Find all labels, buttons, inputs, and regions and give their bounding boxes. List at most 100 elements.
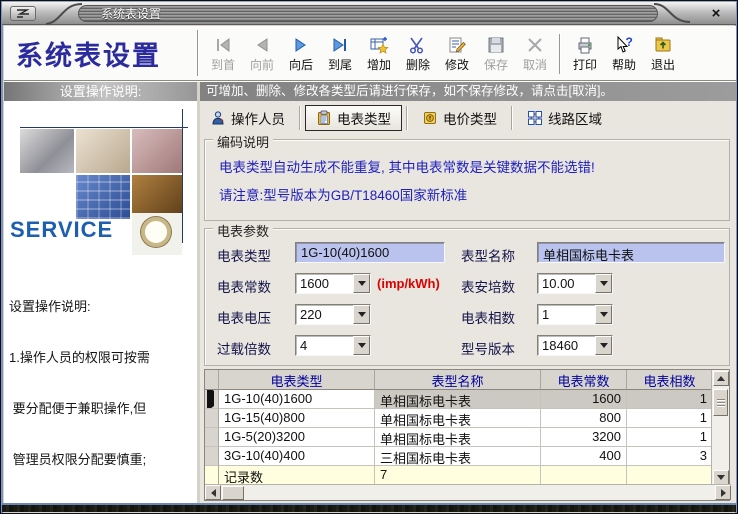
table-cell[interactable]: 1 [627,428,713,447]
table-cell[interactable]: 单相国标电卡表 [375,390,541,409]
svg-text:?: ? [626,35,633,49]
amperage-combo[interactable]: 10.00 [537,273,613,294]
toolbar-button-label: 增加 [367,56,391,73]
table-cell[interactable]: 单相国标电卡表 [375,409,541,428]
print-icon [575,35,595,55]
edit-record-icon [447,35,467,55]
meter-constant-combo[interactable]: 1600 [295,273,371,294]
combo-dropdown-button[interactable] [595,305,612,324]
toolbar-button-modify[interactable]: 修改 [438,30,476,78]
model-name-field[interactable]: 单相国标电卡表 [537,242,725,263]
model-version-combo[interactable]: 18460 [537,335,613,356]
close-icon: × [712,5,721,22]
encoding-groupbox: 编码说明 电表类型自动生成不能重复, 其中电表常数是关键数据不能选错! 请注意:… [204,139,730,221]
voltage-combo[interactable]: 220 [295,304,371,325]
row-indicator-header [205,370,219,390]
toolbar-button-label: 删除 [406,56,430,73]
field-label-overload: 过载倍数 [217,338,271,358]
scroll-up-button[interactable] [713,371,729,386]
toolbar-button-first[interactable]: 到首 [204,30,242,78]
region-map-icon [527,110,543,126]
thumb-grip [717,402,725,403]
toolbar-button-add[interactable]: 增加 [360,30,398,78]
table-cell[interactable]: 三相国标电卡表 [375,447,541,466]
combo-dropdown-button[interactable] [595,274,612,293]
toolbar-button-label: 到首 [211,56,235,73]
table-cell[interactable]: 3G-10(40)400 [219,447,375,466]
scroll-right-button[interactable] [715,485,731,500]
tab-label: 电表类型 [337,108,391,128]
go-previous-icon [252,35,272,55]
table-cell[interactable]: 单相国标电卡表 [375,428,541,447]
service-text: SERVICE [10,217,113,243]
main-panel: 可增加、删除、修改各类型后请进行保存，如不保存修改，请点击[取消]。 操作人员 … [200,82,736,505]
tab-label: 操作人员 [231,108,285,128]
header-separator [197,30,199,76]
table-cell[interactable]: 3200 [541,428,627,447]
table-cell[interactable]: 1G-5(20)3200 [219,428,375,447]
toolbar-button-next[interactable]: 向后 [282,30,320,78]
scroll-down-button[interactable] [713,470,729,485]
meter-type-field[interactable]: 1G-10(40)1600 [295,242,445,263]
table-cell[interactable]: 1G-15(40)800 [219,409,375,428]
table-cell[interactable]: 3 [627,447,713,466]
overload-combo[interactable]: 4 [295,335,371,356]
go-first-icon [213,35,233,55]
voltage-value: 220 [296,305,353,324]
horizontal-scrollbar[interactable] [205,484,731,500]
tab-line-region[interactable]: 线路区域 [517,105,612,131]
toolbar-button-help[interactable]: ? 帮助 [605,30,643,78]
toolbar-button-exit[interactable]: 退出 [644,30,682,78]
model-version-value: 18460 [538,336,595,355]
toolbar-button-print[interactable]: 打印 [566,30,604,78]
toolbar-button-last[interactable]: 到尾 [321,30,359,78]
table-row[interactable]: 1G-15(40)800 单相国标电卡表 800 1 [205,409,729,428]
table-cell[interactable]: 1 [627,390,713,409]
overload-value: 4 [296,336,353,355]
toolbar-button-save[interactable]: 保存 [477,30,515,78]
table-row[interactable]: 1G-10(40)1600 单相国标电卡表 1600 1 [205,390,729,409]
model-name-value: 单相国标电卡表 [543,248,634,263]
scroll-left-button[interactable] [205,485,221,500]
title-bar[interactable]: 系统表设置 × [2,2,736,25]
app-window: 系统表设置 × 系统表设置 到首 向前 向后 [0,0,738,514]
column-header: 电表相数 [627,370,713,390]
combo-dropdown-button[interactable] [353,274,370,293]
go-last-icon [330,35,350,55]
combo-dropdown-button[interactable] [595,336,612,355]
table-cell[interactable]: 1600 [541,390,627,409]
window-title: 系统表设置 [78,5,658,22]
combo-dropdown-button[interactable] [353,336,370,355]
phases-combo[interactable]: 1 [537,304,613,325]
vertical-scrollbar[interactable] [711,370,729,486]
exit-icon [653,35,673,55]
row-indicator [205,466,219,486]
tab-separator [511,106,513,130]
tab-bar: 操作人员 电表类型 电价类型 线路区域 [200,101,736,134]
sidebar: SERVICE 设置操作说明: 1.操作人员的权限可按需 要分配便于兼职操作,但… [4,101,197,505]
photo-keyboard [76,175,130,219]
chevron-down-icon [600,343,608,348]
close-button[interactable]: × [704,4,728,23]
table-cell[interactable]: 1 [627,409,713,428]
horizontal-scroll-thumb[interactable] [222,486,244,500]
row-indicator [205,409,219,428]
tab-price-type[interactable]: 电价类型 [412,105,507,131]
toolbar-button-previous[interactable]: 向前 [243,30,281,78]
table-cell[interactable]: 400 [541,447,627,466]
toolbar-button-delete[interactable]: 删除 [399,30,437,78]
arrow-up-icon [717,376,725,381]
tab-meter-type[interactable]: 电表类型 [305,105,402,131]
combo-dropdown-button[interactable] [353,305,370,324]
tab-operators[interactable]: 操作人员 [200,105,295,131]
toolbar-button-label: 到尾 [328,56,352,73]
vertical-scroll-thumb[interactable] [713,389,728,416]
table-row[interactable]: 1G-5(20)3200 单相国标电卡表 3200 1 [205,428,729,447]
toolbar-button-cancel[interactable]: 取消 [516,30,554,78]
thumb-grip [717,399,725,400]
arrow-down-icon [717,475,725,480]
table-cell[interactable]: 800 [541,409,627,428]
thumb-grip [717,405,725,406]
table-cell[interactable]: 1G-10(40)1600 [219,390,375,409]
table-row[interactable]: 3G-10(40)400 三相国标电卡表 400 3 [205,447,729,466]
